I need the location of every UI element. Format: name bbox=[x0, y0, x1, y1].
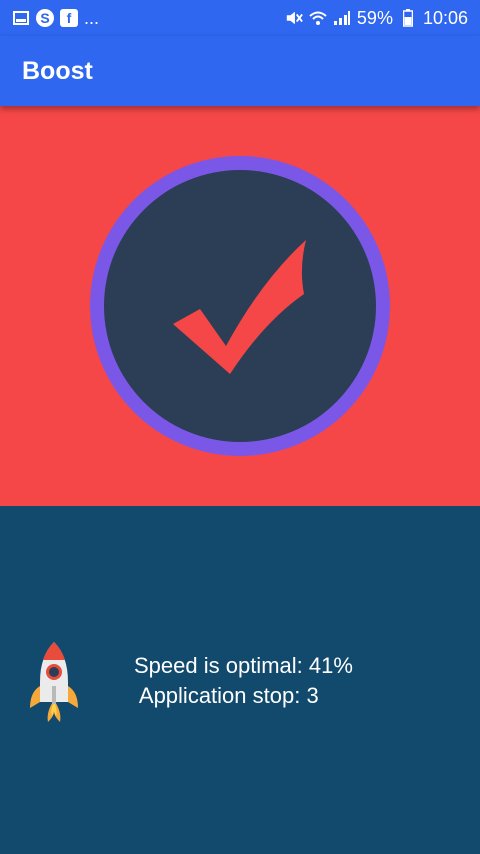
rocket-icon bbox=[30, 642, 78, 722]
boost-summary: Speed is optimal: 41% Application stop: … bbox=[134, 651, 353, 711]
app-title: Boost bbox=[22, 56, 93, 85]
battery-icon bbox=[399, 9, 417, 27]
clock: 10:06 bbox=[422, 7, 468, 28]
status-circle bbox=[104, 170, 376, 442]
boost-screen: S f ... 59% 10:06 Boost Speed is optimal… bbox=[0, 0, 480, 854]
speed-status: Speed is optimal: 41% bbox=[134, 653, 353, 678]
skype-icon: S bbox=[36, 9, 54, 27]
gallery-icon bbox=[12, 9, 30, 27]
boost-info-panel: Speed is optimal: 41% Application stop: … bbox=[0, 506, 480, 854]
application-stop-count: Application stop: 3 bbox=[134, 683, 319, 708]
more-notifications: ... bbox=[84, 7, 100, 28]
battery-percent: 59% bbox=[356, 7, 393, 28]
app-bar: Boost bbox=[0, 36, 480, 106]
signal-icon bbox=[333, 9, 351, 27]
wifi-icon bbox=[309, 9, 327, 27]
boost-status-panel bbox=[0, 106, 480, 506]
mute-icon bbox=[285, 9, 303, 27]
status-badge bbox=[90, 156, 390, 456]
status-system: 59% 10:06 bbox=[285, 8, 468, 29]
facebook-icon: f bbox=[60, 9, 78, 27]
status-notifications: S f ... bbox=[12, 8, 99, 29]
status-bar: S f ... 59% 10:06 bbox=[0, 0, 480, 36]
